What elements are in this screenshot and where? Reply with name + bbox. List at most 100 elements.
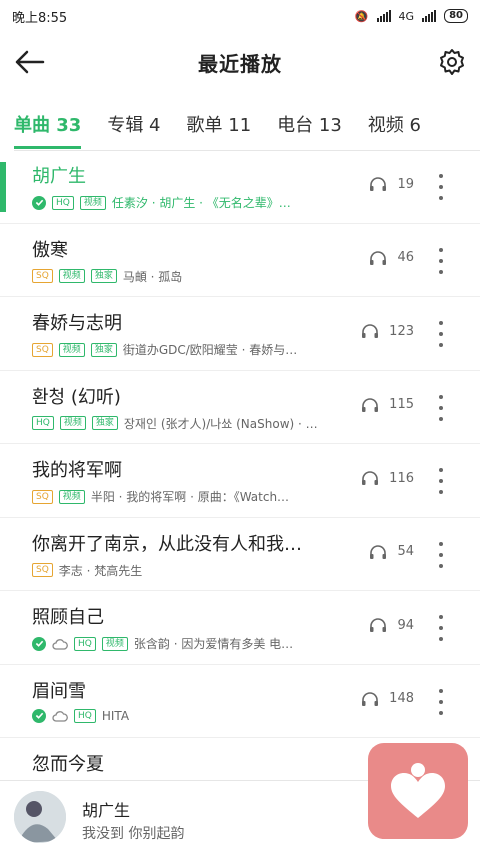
song-artist-album: 张含韵 · 因为爱情有多美 电… — [133, 637, 294, 651]
sq-badge: SQ — [32, 269, 53, 283]
play-count: 148 — [361, 691, 414, 707]
network-label: 4G — [398, 9, 415, 23]
more-options-icon[interactable] — [432, 247, 450, 274]
sq-badge: SQ — [32, 342, 53, 357]
downloaded-check-icon — [32, 195, 46, 210]
song-row[interactable]: 我的将军啊 SQ 视频 半阳 · 我的将军啊 · 原曲：《Watch… 116 — [0, 444, 480, 518]
mute-icon: 🔕 — [354, 9, 369, 23]
play-count: 46 — [369, 250, 414, 266]
more-options-icon[interactable] — [432, 321, 450, 347]
play-count-value: 116 — [389, 470, 414, 486]
song-row[interactable]: 照顾自己 HQ 视频 张含韵 · 因为爱情有多美 电… 94 — [0, 591, 480, 665]
player-song-title: 胡广生 — [82, 801, 131, 820]
back-arrow-icon — [15, 50, 45, 74]
song-meta: HQ 视频 任素汐 · 胡广生 · 《无名之辈》… — [32, 194, 291, 211]
song-meta: SQ 视频 半阳 · 我的将军啊 · 原曲：《Watch… — [32, 488, 289, 505]
more-options-icon[interactable] — [432, 174, 450, 200]
hq-badge: HQ — [74, 636, 96, 651]
signal-icon — [376, 10, 391, 22]
signal-icon-2 — [422, 10, 437, 22]
headphones-icon — [362, 324, 379, 338]
video-badge: 视频 — [79, 195, 106, 210]
play-count-value: 123 — [389, 323, 414, 339]
video-badge: 视频 — [59, 416, 86, 430]
headphones-icon — [370, 177, 387, 191]
song-row[interactable]: 胡广生 HQ 视频 任素汐 · 胡广生 · 《无名之辈》… 19 — [0, 150, 480, 224]
song-row[interactable]: 환청 (幻听) HQ 视频 独家 장재인 (张才人)/나쑈 (NaShow) ·… — [0, 371, 480, 444]
song-artist-album: 李志 · 梵高先生 — [58, 563, 143, 578]
more-options-icon[interactable] — [432, 688, 450, 715]
hq-badge: HQ — [74, 708, 96, 723]
song-row[interactable]: 你离开了南京，从此没有人和我… SQ 李志 · 梵高先生 54 — [0, 518, 480, 591]
exclusive-badge: 独家 — [91, 416, 118, 430]
downloaded-check-icon — [32, 708, 46, 723]
song-list: 胡广生 HQ 视频 任素汐 · 胡广生 · 《无名之辈》… 19 傲寒 SQ 视… — [0, 150, 480, 780]
exclusive-badge: 独家 — [90, 269, 117, 283]
play-count: 115 — [361, 397, 414, 413]
player-lyric: 我没到 你别起韵 — [82, 826, 185, 842]
song-artist-album: 장재인 (张才人)/나쑈 (NaShow) · … — [123, 416, 318, 431]
settings-button[interactable] — [434, 44, 470, 80]
more-options-icon[interactable] — [432, 615, 450, 641]
tab-radio[interactable]: 电台 13 — [277, 111, 342, 137]
song-meta: SQ 视频 独家 马頔 · 孤岛 — [32, 268, 182, 285]
headphones-icon — [370, 544, 387, 559]
tab-playlists[interactable]: 歌单 11 — [187, 111, 252, 137]
song-meta: HQ 视频 张含韵 · 因为爱情有多美 电… — [32, 635, 293, 652]
video-badge: 视频 — [58, 489, 85, 504]
more-options-icon[interactable] — [432, 394, 450, 421]
headphones-icon — [370, 250, 387, 265]
now-playing-indicator — [0, 162, 6, 212]
song-artist-album: 任素汐 · 胡广生 · 《无名之辈》… — [111, 196, 291, 210]
exclusive-badge: 独家 — [90, 342, 117, 357]
back-button[interactable] — [12, 44, 48, 80]
tab-songs[interactable]: 单曲 33 — [14, 111, 82, 149]
song-row[interactable]: 眉间雪 HQ HITA 148 — [0, 665, 480, 738]
battery-indicator: 80 — [444, 9, 468, 23]
hq-badge: HQ — [52, 195, 74, 210]
play-count: 116 — [361, 470, 414, 486]
play-count: 19 — [369, 176, 414, 192]
more-options-icon[interactable] — [432, 541, 450, 568]
play-count-value: 115 — [389, 397, 414, 412]
more-options-icon[interactable] — [432, 468, 450, 494]
sq-badge: SQ — [32, 489, 53, 504]
play-count: 94 — [369, 617, 414, 633]
headphones-icon — [362, 397, 379, 412]
song-row[interactable]: 傲寒 SQ 视频 独家 马頔 · 孤岛 46 — [0, 224, 480, 297]
song-title: 我的将军啊 — [32, 460, 122, 481]
header: 最近播放 — [0, 32, 480, 92]
play-count-value: 46 — [397, 250, 414, 265]
cloud-icon — [52, 638, 68, 650]
song-row[interactable]: 春娇与志明 SQ 视频 独家 街道办GDC/欧阳耀莹 · 春娇与… 123 — [0, 297, 480, 371]
play-count-value: 54 — [397, 544, 414, 559]
cloud-icon — [52, 710, 68, 722]
hq-badge: HQ — [32, 416, 54, 430]
headphones-icon — [362, 691, 379, 706]
song-title: 忽而今夏 — [32, 754, 104, 775]
song-artist-album: HITA — [101, 708, 130, 723]
sq-badge: SQ — [32, 563, 53, 577]
headphones-icon — [370, 618, 387, 632]
floating-heart-button[interactable] — [368, 743, 468, 839]
video-badge: 视频 — [58, 269, 85, 283]
play-count-value: 148 — [389, 691, 414, 706]
tab-albums[interactable]: 专辑 4 — [107, 111, 160, 137]
video-badge: 视频 — [58, 342, 85, 357]
tab-videos[interactable]: 视频 6 — [368, 111, 421, 137]
play-count: 123 — [361, 323, 414, 339]
play-count: 54 — [369, 544, 414, 560]
play-count-value: 94 — [397, 617, 414, 633]
tab-bar: 单曲 33 专辑 4 歌单 11 电台 13 视频 6 — [0, 98, 480, 150]
song-title: 照顾自己 — [32, 607, 104, 628]
page-title: 最近播放 — [198, 51, 282, 76]
song-meta: HQ 视频 独家 장재인 (张才人)/나쑈 (NaShow) · … — [32, 415, 318, 432]
heart-person-icon — [391, 763, 445, 818]
status-time: 晚上8:55 — [12, 10, 68, 26]
status-icons: 🔕 4G 80 — [355, 9, 468, 23]
song-title: 傲寒 — [32, 239, 68, 261]
gear-icon — [440, 49, 464, 75]
album-art[interactable] — [14, 791, 66, 843]
song-title: 환청 (幻听) — [32, 386, 121, 408]
downloaded-check-icon — [32, 636, 46, 651]
